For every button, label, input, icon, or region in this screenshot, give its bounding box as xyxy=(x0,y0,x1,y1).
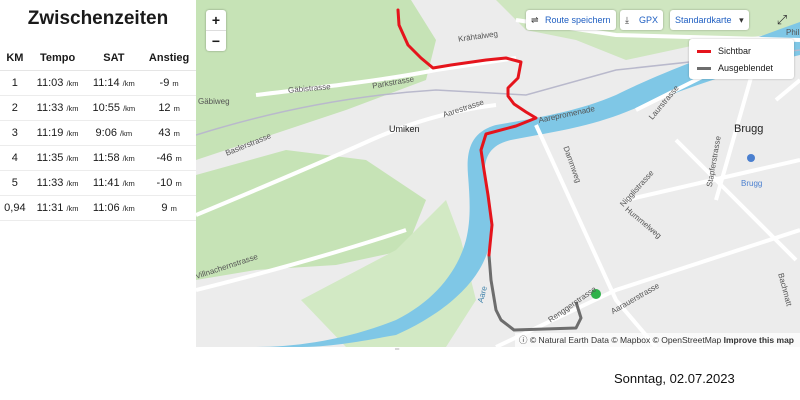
cell-anstieg: -46 m xyxy=(142,145,196,171)
cell-km: 1 xyxy=(0,70,30,96)
fullscreen-icon[interactable]: ⤢ xyxy=(772,10,792,30)
map-attribution: ⓘ © Natural Earth Data © Mapbox © OpenSt… xyxy=(515,333,800,347)
table-row: 0,94 11:31 /km 11:06 /km 9 m xyxy=(0,195,196,221)
splits-table-body: 1 11:03 /km 11:14 /km -9 m 2 11:33 /km 1… xyxy=(0,70,196,221)
chevron-down-icon: ▾ xyxy=(739,15,744,25)
splits-table: KM Tempo SAT Anstieg 1 11:03 /km 11:14 /… xyxy=(0,46,196,221)
gpx-button[interactable]: ⤓ GPX xyxy=(620,10,664,30)
cell-km: 4 xyxy=(0,145,30,171)
info-icon[interactable]: ⓘ xyxy=(519,335,528,345)
cell-tempo: 11:35 /km xyxy=(29,145,86,171)
splits-panel: Zwischenzeiten KM Tempo SAT Anstieg 1 11… xyxy=(0,0,196,345)
cell-km: 0,94 xyxy=(0,195,30,221)
table-row: 3 11:19 /km 9:06 /km 43 m xyxy=(0,120,196,146)
route-icon: ⇌ xyxy=(531,15,539,25)
map-style-select[interactable]: Standardkarte ▾ xyxy=(670,10,749,30)
label-brugg-station: Brugg xyxy=(741,179,763,188)
cell-sat: 9:06 /km xyxy=(85,120,143,146)
attribution-osm[interactable]: © OpenStreetMap xyxy=(653,335,722,345)
attribution-natural-earth[interactable]: © Natural Earth Data xyxy=(530,335,609,345)
zoom-in-button[interactable]: + xyxy=(206,10,226,30)
cell-anstieg: 43 m xyxy=(142,120,196,146)
zoom-out-button[interactable]: − xyxy=(206,30,226,51)
header-km: KM xyxy=(0,46,30,71)
cell-tempo: 11:31 /km xyxy=(29,195,86,221)
route-save-button[interactable]: ⇌ Route speichern xyxy=(526,10,616,30)
cell-sat: 10:55 /km xyxy=(85,95,143,121)
table-row: 2 11:33 /km 10:55 /km 12 m xyxy=(0,95,196,121)
cell-sat: 11:58 /km xyxy=(85,145,143,171)
attribution-mapbox[interactable]: © Mapbox xyxy=(611,335,650,345)
legend-visible[interactable]: Sichtbar xyxy=(697,44,751,58)
map-legend: Sichtbar Ausgeblendet xyxy=(689,39,794,79)
cell-sat: 11:14 /km xyxy=(85,70,143,96)
legend-visible-swatch xyxy=(697,50,711,54)
label-umiken: Umiken xyxy=(389,124,420,134)
cell-anstieg: -9 m xyxy=(142,70,196,96)
download-icon: ⤓ xyxy=(625,15,629,25)
resize-handle-icon[interactable]: ═ xyxy=(395,347,405,353)
table-row: 4 11:35 /km 11:58 /km -46 m xyxy=(0,145,196,171)
cell-tempo: 11:33 /km xyxy=(29,170,86,196)
cell-anstieg: -10 m xyxy=(142,170,196,196)
activity-date: Sonntag, 02.07.2023 xyxy=(614,371,735,386)
label-gaebiweg: Gäbiweg xyxy=(198,97,230,106)
route-map[interactable]: Krähtalweg Parkstrasse Gäbistrasse Gäbiw… xyxy=(196,0,800,347)
cell-tempo: 11:03 /km xyxy=(29,70,86,96)
improve-map-link[interactable]: Improve this map xyxy=(724,335,794,345)
table-row: 1 11:03 /km 11:14 /km -9 m xyxy=(0,70,196,96)
header-anstieg: Anstieg xyxy=(142,46,196,71)
cell-sat: 11:41 /km xyxy=(85,170,143,196)
splits-header-row: KM Tempo SAT Anstieg xyxy=(0,46,196,71)
zoom-control: + − xyxy=(206,10,226,51)
cell-anstieg: 9 m xyxy=(142,195,196,221)
cell-km: 5 xyxy=(0,170,30,196)
cell-anstieg: 12 m xyxy=(142,95,196,121)
splits-title: Zwischenzeiten xyxy=(27,8,169,29)
brugg-station-marker xyxy=(747,154,755,162)
legend-hidden-swatch xyxy=(697,67,711,71)
cell-km: 3 xyxy=(0,120,30,146)
legend-hidden[interactable]: Ausgeblendet xyxy=(697,61,773,75)
cell-tempo: 11:19 /km xyxy=(29,120,86,146)
cell-tempo: 11:33 /km xyxy=(29,95,86,121)
cell-km: 2 xyxy=(0,95,30,121)
header-tempo: Tempo xyxy=(29,46,86,71)
table-row: 5 11:33 /km 11:41 /km -10 m xyxy=(0,170,196,196)
label-brugg: Brugg xyxy=(734,123,764,135)
cell-sat: 11:06 /km xyxy=(85,195,143,221)
header-sat: SAT xyxy=(85,46,143,71)
